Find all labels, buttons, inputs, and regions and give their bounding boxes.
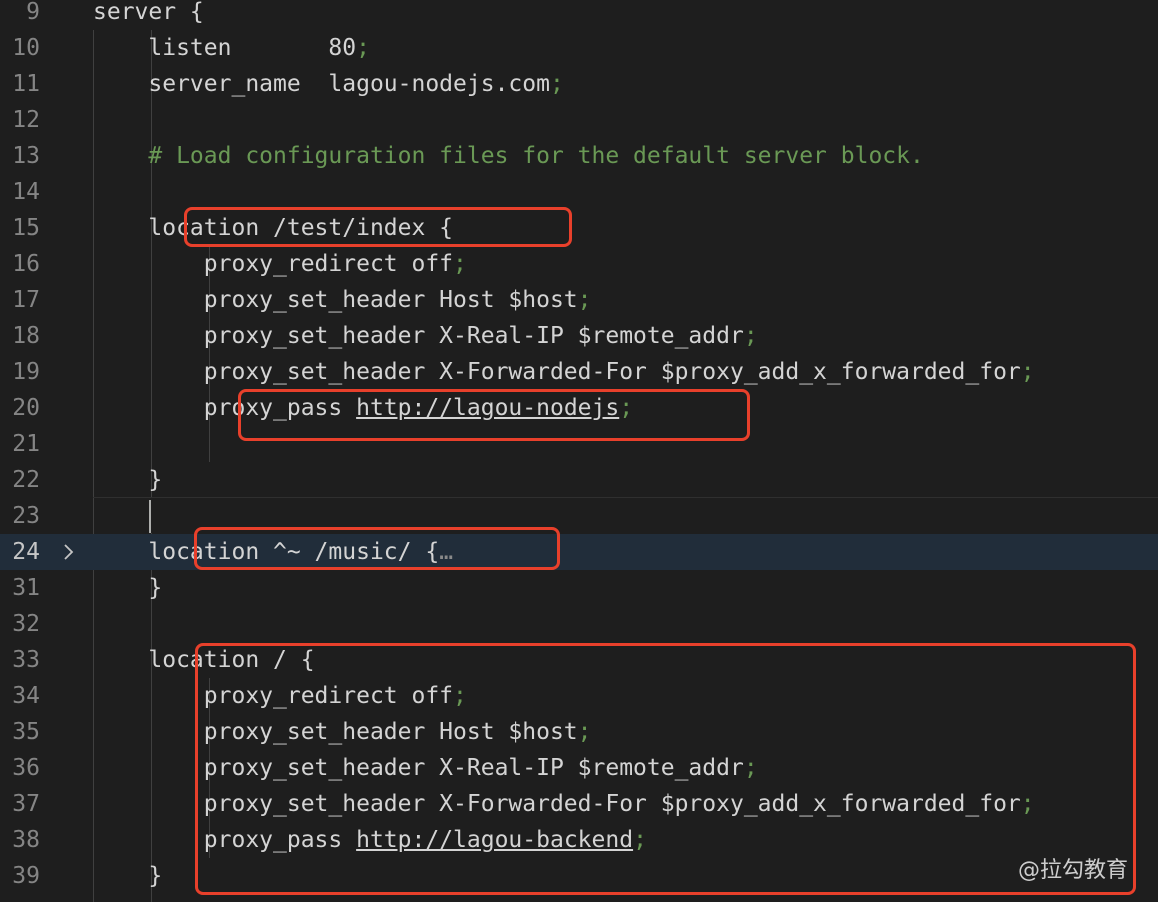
code-line[interactable]: 22 } [0, 462, 1158, 498]
line-number[interactable]: 14 [0, 174, 40, 210]
line-number[interactable]: 18 [0, 318, 40, 354]
code-line[interactable]: 17 proxy_set_header Host $host; [0, 282, 1158, 318]
code-text[interactable]: # Load configuration files for the defau… [93, 138, 923, 174]
line-number[interactable]: 39 [0, 858, 40, 894]
code-text[interactable]: } [93, 462, 162, 498]
code-editor[interactable]: 9 server {10 listen 80; 11 server_name lag… [0, 0, 1158, 902]
code-line[interactable]: 10 listen 80; [0, 30, 1158, 66]
code-line[interactable]: 14 [0, 174, 1158, 210]
line-number[interactable]: 37 [0, 786, 40, 822]
line-number[interactable]: 24 [0, 534, 40, 570]
code-text[interactable]: proxy_set_header X-Real-IP $remote_addr; [93, 318, 758, 354]
code-line[interactable]: 32 [0, 606, 1158, 642]
line-number[interactable]: 13 [0, 138, 40, 174]
annotation-box-location-root [195, 643, 1136, 895]
annotation-box-location-music [194, 527, 560, 570]
code-line[interactable]: 19 proxy_set_header X-Forwarded-For $pro… [0, 354, 1158, 390]
code-line[interactable]: 15 location /test/index { [0, 210, 1158, 246]
code-line[interactable]: 31 } [0, 570, 1158, 606]
chevron-right-icon[interactable] [60, 534, 80, 570]
watermark: @拉勾教育 [1017, 858, 1128, 883]
line-number[interactable]: 17 [0, 282, 40, 318]
line-number[interactable]: 19 [0, 354, 40, 390]
line-number[interactable]: 12 [0, 102, 40, 138]
code-text[interactable]: } [93, 858, 162, 894]
line-number[interactable]: 33 [0, 642, 40, 678]
line-number[interactable]: 15 [0, 210, 40, 246]
code-line[interactable]: 18 proxy_set_header X-Real-IP $remote_ad… [0, 318, 1158, 354]
code-text[interactable]: proxy_set_header Host $host; [93, 282, 592, 318]
code-line[interactable]: 13 # Load configuration files for the de… [0, 138, 1158, 174]
line-number[interactable]: 11 [0, 66, 40, 102]
code-line[interactable]: 23 [0, 498, 1158, 534]
code-line[interactable]: 16 proxy_redirect off; [0, 246, 1158, 282]
text-cursor [149, 500, 151, 533]
code-line[interactable]: 24 location ^~ /music/ {… [0, 534, 1158, 570]
line-number[interactable]: 21 [0, 426, 40, 462]
line-number[interactable]: 31 [0, 570, 40, 606]
line-number[interactable]: 9 [0, 0, 40, 30]
annotation-box-proxy-pass-nodejs [238, 389, 750, 441]
code-line[interactable]: 9 server { [0, 0, 1158, 30]
line-number[interactable]: 38 [0, 822, 40, 858]
line-number[interactable]: 22 [0, 462, 40, 498]
annotation-box-location-test-index [184, 207, 572, 247]
line-number[interactable]: 35 [0, 714, 40, 750]
code-line[interactable]: 11 server_name lagou-nodejs.com; [0, 66, 1158, 102]
line-number[interactable]: 10 [0, 30, 40, 66]
code-text[interactable]: server_name lagou-nodejs.com; [93, 66, 563, 102]
line-number[interactable]: 20 [0, 390, 40, 426]
code-text[interactable]: proxy_set_header X-Forwarded-For $proxy_… [93, 354, 1035, 390]
code-text[interactable]: listen 80; [93, 30, 370, 66]
code-text[interactable]: proxy_redirect off; [93, 246, 467, 282]
line-number[interactable]: 32 [0, 606, 40, 642]
code-line[interactable]: 12 [0, 102, 1158, 138]
code-text[interactable]: } [93, 570, 162, 606]
code-text[interactable]: server { [93, 0, 204, 30]
line-number[interactable]: 36 [0, 750, 40, 786]
line-number[interactable]: 16 [0, 246, 40, 282]
line-number[interactable]: 34 [0, 678, 40, 714]
line-number[interactable]: 23 [0, 498, 40, 534]
